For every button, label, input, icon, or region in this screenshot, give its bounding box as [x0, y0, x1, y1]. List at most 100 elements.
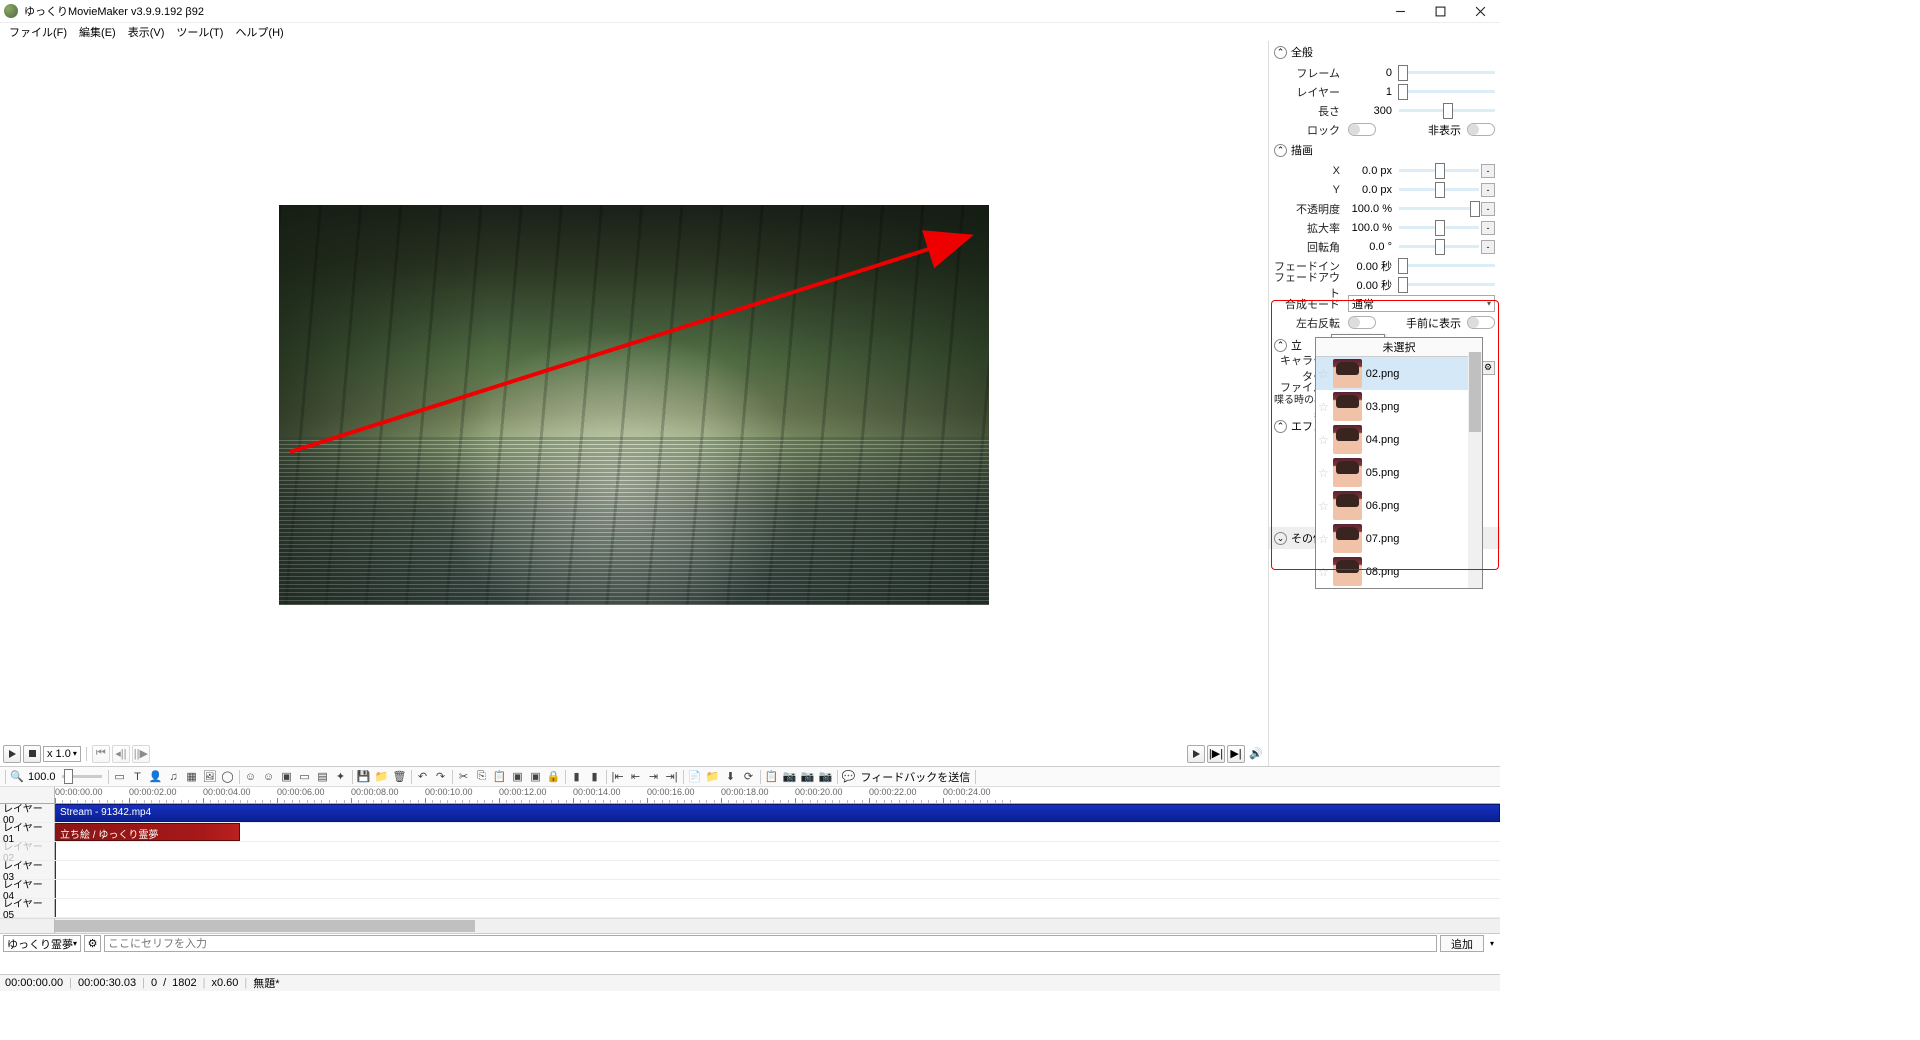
- playhead[interactable]: [55, 880, 56, 898]
- slider-scale[interactable]: [1399, 226, 1479, 229]
- chevron-icon[interactable]: ⌃: [1274, 420, 1287, 433]
- zoom-icon[interactable]: 🔍: [8, 768, 26, 786]
- dropdown-item[interactable]: ☆05.png: [1316, 456, 1482, 489]
- dropdown-item[interactable]: ☆04.png: [1316, 423, 1482, 456]
- step-fwd-button[interactable]: ||▶: [132, 745, 150, 763]
- menu-view[interactable]: 表示(V): [122, 23, 171, 41]
- value-frame[interactable]: 0: [1348, 67, 1396, 79]
- slider-fout[interactable]: [1399, 283, 1495, 286]
- star-icon[interactable]: ☆: [1318, 466, 1329, 480]
- dropdown-header[interactable]: 未選択: [1316, 338, 1482, 357]
- star-icon[interactable]: ☆: [1318, 367, 1329, 381]
- step-back-button[interactable]: ◂||: [112, 745, 130, 763]
- value-rotation[interactable]: 0.0 °: [1348, 241, 1396, 253]
- effect-icon[interactable]: ✦: [332, 768, 350, 786]
- cut-icon[interactable]: ✂: [455, 768, 473, 786]
- char-config-button[interactable]: ⚙: [1481, 361, 1495, 375]
- split2-icon[interactable]: ▮: [586, 768, 604, 786]
- open-icon[interactable]: 📁: [704, 768, 722, 786]
- camera3-icon[interactable]: 📷: [817, 768, 835, 786]
- speech-icon[interactable]: 💬: [840, 768, 858, 786]
- dropdown-scrollbar[interactable]: [1468, 352, 1482, 588]
- chevron-icon[interactable]: ⌃: [1274, 144, 1287, 157]
- serif-add-button[interactable]: 追加: [1440, 935, 1484, 952]
- camera2-icon[interactable]: 📷: [799, 768, 817, 786]
- slider-rot[interactable]: [1399, 245, 1479, 248]
- goto-end-icon[interactable]: ⇥|: [663, 768, 681, 786]
- mute-button[interactable]: 🔊: [1247, 745, 1265, 763]
- next-button[interactable]: ▶|: [1227, 745, 1245, 763]
- split-icon[interactable]: ▮: [568, 768, 586, 786]
- toggle-flip[interactable]: [1348, 316, 1376, 329]
- next-icon[interactable]: ⇥: [645, 768, 663, 786]
- zoom-slider[interactable]: [62, 775, 102, 778]
- playhead[interactable]: [55, 823, 56, 841]
- slider-layer[interactable]: [1399, 90, 1495, 93]
- star-icon[interactable]: ☆: [1318, 532, 1329, 546]
- goto-start-icon[interactable]: |⇤: [609, 768, 627, 786]
- serif-input[interactable]: [104, 935, 1437, 952]
- playhead[interactable]: [55, 842, 56, 860]
- value-x[interactable]: 0.0 px: [1348, 165, 1396, 177]
- add-key-rot[interactable]: -: [1481, 240, 1495, 254]
- add-key-scale[interactable]: -: [1481, 221, 1495, 235]
- toggle-front[interactable]: [1467, 316, 1495, 329]
- slider-y[interactable]: [1399, 188, 1479, 191]
- star-icon[interactable]: ☆: [1318, 433, 1329, 447]
- menu-edit[interactable]: 編集(E): [73, 23, 122, 41]
- serif-add-dropdown[interactable]: ▾: [1487, 939, 1497, 948]
- menu-help[interactable]: ヘルプ(H): [229, 23, 289, 41]
- copy-icon[interactable]: ⎘: [473, 768, 491, 786]
- refresh-icon[interactable]: ⟳: [740, 768, 758, 786]
- shape-icon[interactable]: ◯: [219, 768, 237, 786]
- menu-file[interactable]: ファイル(F): [3, 23, 73, 41]
- prev-frame-button[interactable]: ⏮: [92, 745, 110, 763]
- add-key-x[interactable]: -: [1481, 164, 1495, 178]
- value-length[interactable]: 300: [1348, 105, 1396, 117]
- paste-icon[interactable]: 📋: [491, 768, 509, 786]
- rect-icon[interactable]: ▭: [296, 768, 314, 786]
- lock-icon[interactable]: 🔒: [545, 768, 563, 786]
- chevron-icon[interactable]: ⌄: [1274, 532, 1287, 545]
- star-icon[interactable]: ☆: [1318, 499, 1329, 513]
- toggle-lock[interactable]: [1348, 123, 1376, 136]
- person-icon[interactable]: 👤: [147, 768, 165, 786]
- minimize-button[interactable]: [1380, 0, 1420, 23]
- add-key-opac[interactable]: -: [1481, 202, 1495, 216]
- step-button[interactable]: |▶|: [1207, 745, 1225, 763]
- toggle-hide[interactable]: [1467, 123, 1495, 136]
- clip-tachie[interactable]: 立ち絵 / ゆっくり霊夢: [55, 823, 240, 841]
- download-icon[interactable]: ⬇: [722, 768, 740, 786]
- combo-blend[interactable]: 通常▾: [1348, 295, 1495, 312]
- frame-icon[interactable]: ▣: [278, 768, 296, 786]
- dropdown-item[interactable]: ☆07.png: [1316, 522, 1482, 555]
- serif-character-combo[interactable]: ゆっくり霊夢▾: [3, 935, 81, 952]
- layer-label[interactable]: レイヤー 05: [0, 899, 55, 917]
- feedback-link[interactable]: フィードバックを送信: [858, 769, 974, 785]
- slider-fin[interactable]: [1399, 264, 1495, 267]
- screenshot-icon[interactable]: 📋: [763, 768, 781, 786]
- menu-tool[interactable]: ツール(T): [170, 23, 229, 41]
- dropdown-item[interactable]: ☆02.png: [1316, 357, 1482, 390]
- dropdown-item[interactable]: ☆03.png: [1316, 390, 1482, 423]
- face-icon[interactable]: ☺: [242, 768, 260, 786]
- value-opacity[interactable]: 100.0 %: [1348, 203, 1396, 215]
- music-icon[interactable]: ♫: [165, 768, 183, 786]
- redo-icon[interactable]: ↷: [432, 768, 450, 786]
- undo-icon[interactable]: ↶: [414, 768, 432, 786]
- camera-icon[interactable]: 📷: [781, 768, 799, 786]
- layers-icon[interactable]: ▤: [314, 768, 332, 786]
- wave-icon[interactable]: ☺: [260, 768, 278, 786]
- clip-video[interactable]: Stream - 91342.mp4: [55, 804, 1500, 822]
- value-layer[interactable]: 1: [1348, 86, 1396, 98]
- dropdown-item[interactable]: ☆06.png: [1316, 489, 1482, 522]
- playhead[interactable]: [55, 804, 56, 822]
- stop-button[interactable]: [23, 745, 41, 763]
- play2-button[interactable]: [1187, 745, 1205, 763]
- star-icon[interactable]: ☆: [1318, 565, 1329, 579]
- serif-config-button[interactable]: ⚙: [84, 935, 101, 952]
- maximize-button[interactable]: [1420, 0, 1460, 23]
- prev-icon[interactable]: ⇤: [627, 768, 645, 786]
- export-icon[interactable]: 📄: [686, 768, 704, 786]
- save-icon[interactable]: 💾: [355, 768, 373, 786]
